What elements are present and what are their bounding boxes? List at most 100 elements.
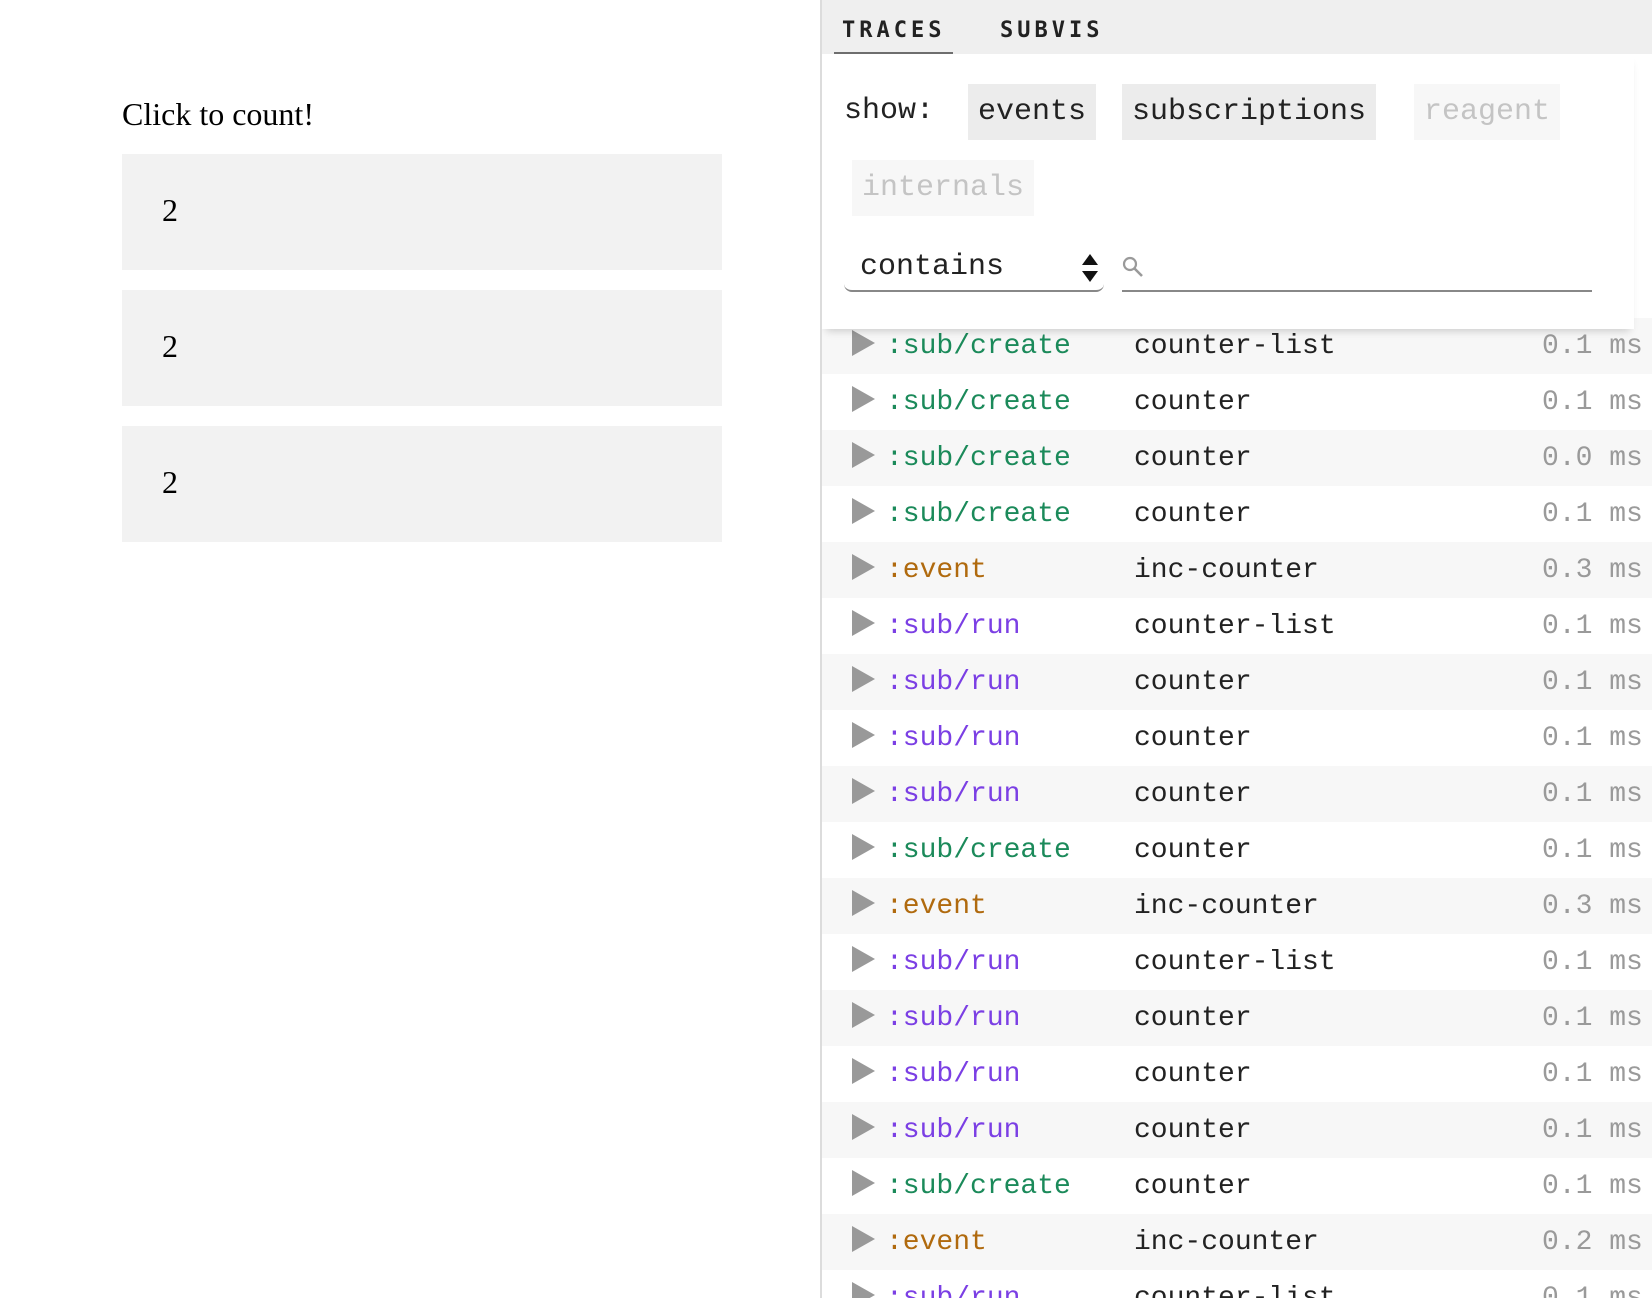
trace-duration: 0.1 ms	[1542, 947, 1643, 978]
tab-subvis[interactable]: SUBVIS	[1000, 18, 1103, 52]
trace-duration: 0.1 ms	[1542, 1115, 1643, 1146]
trace-op: :sub/create	[886, 835, 1071, 866]
trace-duration: 0.0 ms	[1542, 443, 1643, 474]
trace-row[interactable]: :sub/run counter 0.1 ms	[822, 710, 1652, 766]
trace-op: :sub/run	[886, 1283, 1020, 1298]
expand-triangle-icon[interactable]	[852, 722, 875, 748]
expand-triangle-icon[interactable]	[852, 498, 875, 524]
trace-row[interactable]: :sub/run counter 0.1 ms	[822, 654, 1652, 710]
trace-name: counter	[1134, 779, 1252, 810]
expand-triangle-icon[interactable]	[852, 330, 875, 356]
counter-button[interactable]: 2	[122, 426, 722, 542]
show-label: show:	[844, 94, 935, 128]
trace-duration: 0.1 ms	[1542, 611, 1643, 642]
expand-triangle-icon[interactable]	[852, 1282, 875, 1298]
counter-button[interactable]: 2	[122, 154, 722, 270]
trace-op: :sub/run	[886, 667, 1021, 698]
trace-name: counter	[1134, 723, 1252, 754]
search-icon	[1122, 256, 1143, 277]
expand-triangle-icon[interactable]	[852, 1170, 875, 1196]
trace-name: counter-list	[1134, 611, 1336, 642]
trace-row[interactable]: :sub/create counter 0.1 ms	[822, 822, 1652, 878]
trace-row[interactable]: :sub/run counter 0.1 ms	[822, 990, 1652, 1046]
trace-duration: 0.1 ms	[1542, 1003, 1643, 1034]
trace-duration: 0.1 ms	[1542, 779, 1643, 810]
trace-name: counter	[1134, 1115, 1252, 1146]
trace-name: counter	[1134, 667, 1252, 698]
expand-triangle-icon[interactable]	[852, 778, 875, 804]
trace-name: counter-list	[1134, 331, 1336, 362]
trace-row[interactable]: :sub/create counter 0.1 ms	[822, 486, 1652, 542]
trace-name: counter	[1134, 387, 1252, 418]
trace-row[interactable]: :sub/run counter 0.1 ms	[822, 766, 1652, 822]
trace-name: counter-list	[1134, 1283, 1336, 1298]
trace-name: inc-counter	[1134, 891, 1319, 922]
filter-chip-events[interactable]: events	[968, 84, 1097, 140]
trace-name: counter-list	[1134, 947, 1336, 978]
trace-row[interactable]: :sub/create counter 0.1 ms	[822, 1158, 1652, 1214]
expand-triangle-icon[interactable]	[852, 386, 875, 412]
trace-row[interactable]: :sub/run counter-list 0.1 ms	[822, 598, 1652, 654]
trace-op: :sub/run	[886, 723, 1021, 754]
trace-name: counter	[1134, 443, 1252, 474]
trace-row[interactable]: :event inc-counter 0.3 ms	[822, 542, 1652, 598]
trace-duration: 0.1 ms	[1542, 1059, 1643, 1090]
expand-triangle-icon[interactable]	[852, 946, 875, 972]
expand-triangle-icon[interactable]	[852, 442, 875, 468]
counter-button[interactable]: 2	[122, 290, 722, 406]
trace-op: :sub/create	[886, 331, 1071, 362]
trace-duration: 0.1 ms	[1542, 387, 1643, 418]
expand-triangle-icon[interactable]	[852, 890, 875, 916]
trace-row[interactable]: :sub/run counter 0.1 ms	[822, 1046, 1652, 1102]
tab-traces[interactable]: TRACES	[834, 18, 954, 57]
trace-duration: 0.2 ms	[1542, 1227, 1643, 1258]
expand-triangle-icon[interactable]	[852, 666, 875, 692]
trace-row[interactable]: :event inc-counter 0.2 ms	[822, 1214, 1652, 1270]
trace-duration: 0.1 ms	[1542, 1171, 1643, 1202]
trace-row[interactable]: :sub/create counter 0.0 ms	[822, 430, 1652, 486]
filter-chip-subscriptions[interactable]: subscriptions	[1122, 84, 1377, 140]
trace-duration: 0.1 ms	[1542, 835, 1643, 866]
expand-triangle-icon[interactable]	[852, 1226, 875, 1252]
trace-row[interactable]: :sub/run counter-list 0.1 ms	[822, 1270, 1652, 1298]
trace-op: :sub/run	[886, 779, 1021, 810]
match-mode-select[interactable]: contains	[844, 248, 1104, 292]
trace-row[interactable]: :event inc-counter 0.3 ms	[822, 878, 1652, 934]
trace-row[interactable]: :sub/run counter 0.1 ms	[822, 1102, 1652, 1158]
page-title: Click to count!	[122, 96, 314, 132]
trace-op: :event	[886, 555, 987, 586]
trace-duration: 0.1 ms	[1542, 331, 1643, 362]
trace-duration: 0.1 ms	[1542, 723, 1643, 754]
expand-triangle-icon[interactable]	[852, 1058, 875, 1084]
trace-op: :sub/create	[886, 1171, 1071, 1202]
trace-duration: 0.1 ms	[1542, 667, 1643, 698]
trace-duration: 0.1 ms	[1542, 1283, 1643, 1298]
trace-duration: 0.3 ms	[1542, 891, 1643, 922]
filter-chip-internals[interactable]: internals	[852, 160, 1035, 216]
trace-name: counter	[1134, 835, 1252, 866]
trace-op: :event	[886, 891, 987, 922]
trace-op: :sub/create	[886, 499, 1071, 530]
filter-chip-reagent[interactable]: reagent	[1414, 84, 1561, 140]
trace-name: counter	[1134, 1171, 1252, 1202]
select-arrows-icon	[1082, 254, 1098, 282]
expand-triangle-icon[interactable]	[852, 554, 875, 580]
devtools-panel: TRACES SUBVIS show: events subscriptions…	[820, 0, 1652, 1298]
trace-row[interactable]: :sub/create counter 0.1 ms	[822, 374, 1652, 430]
search-field[interactable]	[1122, 248, 1592, 292]
counter-value: 2	[162, 328, 178, 364]
app-area: Click to count! 2 2 2	[0, 0, 820, 1298]
trace-op: :sub/run	[886, 1115, 1021, 1146]
trace-name: inc-counter	[1134, 1227, 1319, 1258]
tab-bar: TRACES SUBVIS	[822, 0, 1652, 57]
trace-name: counter	[1134, 1059, 1252, 1090]
expand-triangle-icon[interactable]	[852, 610, 875, 636]
expand-triangle-icon[interactable]	[852, 1002, 875, 1028]
search-input[interactable]	[1156, 252, 1580, 286]
trace-op: :sub/run	[886, 1059, 1021, 1090]
match-mode-value: contains	[860, 250, 1005, 284]
trace-row[interactable]: :sub/run counter-list 0.1 ms	[822, 934, 1652, 990]
expand-triangle-icon[interactable]	[852, 1114, 875, 1140]
expand-triangle-icon[interactable]	[852, 834, 875, 860]
trace-name: counter	[1134, 1003, 1252, 1034]
